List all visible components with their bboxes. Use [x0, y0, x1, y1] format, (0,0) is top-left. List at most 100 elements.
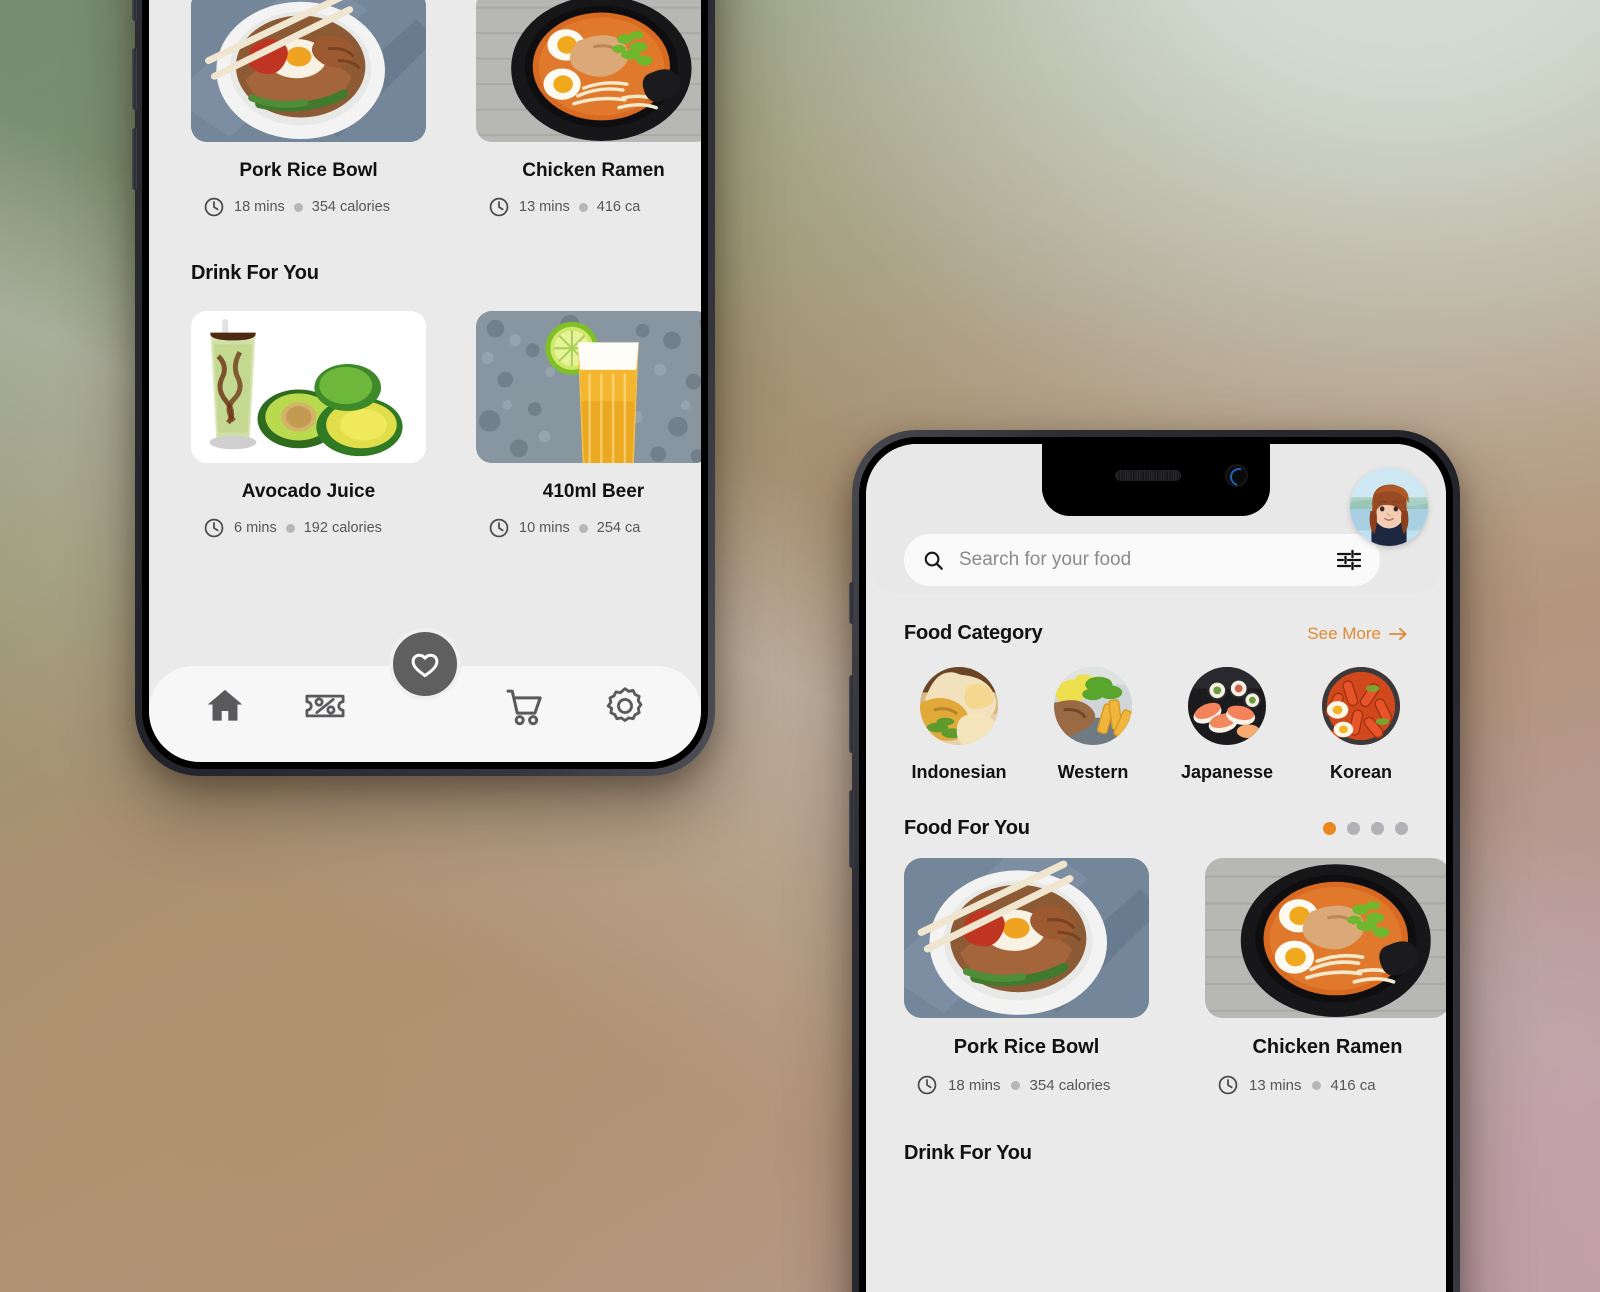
- food-card-meta: 18 mins 354 calories: [191, 196, 426, 218]
- carousel-pagination-dots[interactable]: [1323, 822, 1408, 835]
- food-card-meta: 13 mins 416 ca: [1205, 1074, 1446, 1096]
- nav-item-home[interactable]: [196, 677, 254, 735]
- food-card-chicken-ramen[interactable]: Chicken Ramen 13 mins 416 ca: [1205, 858, 1446, 1096]
- app-body: Food Category See More Indonesian Wester…: [866, 594, 1446, 1292]
- phone-left: Pork Rice Bowl 18 mins 354 calories Chic…: [132, 0, 715, 776]
- food-card-pork-rice-bowl[interactable]: Pork Rice Bowl 18 mins 354 calories: [191, 0, 426, 218]
- western-food-thumb: [1054, 667, 1132, 745]
- food-calories: 354 calories: [311, 199, 390, 215]
- clock-icon: [488, 196, 510, 218]
- indonesian-food-thumb: [920, 667, 998, 745]
- earpiece-speaker: [1115, 470, 1182, 481]
- drink-for-you-title: Drink For You: [904, 1142, 1032, 1164]
- favorites-fab-button[interactable]: [389, 628, 461, 700]
- clock-icon: [488, 517, 510, 539]
- beer-thumb[interactable]: [476, 311, 701, 463]
- category-label: Korean: [1329, 762, 1392, 782]
- category-item-indonesian[interactable]: Indonesian: [904, 667, 1014, 783]
- filter-sliders-icon[interactable]: [1336, 548, 1362, 572]
- nav-item-vouchers[interactable]: [296, 677, 354, 735]
- korean-food-thumb: [1322, 667, 1400, 745]
- food-for-you-title: Food For You: [904, 817, 1030, 839]
- food-card-title: Pork Rice Bowl: [239, 160, 378, 181]
- drink-calories: 254 ca: [596, 520, 641, 536]
- home-icon: [207, 689, 243, 721]
- search-input[interactable]: Search for your food: [959, 549, 1322, 571]
- food-category-title: Food Category: [904, 622, 1043, 644]
- phone-left-volume-down-button[interactable]: [132, 128, 137, 190]
- phone-right-volume-up-button[interactable]: [849, 675, 854, 753]
- pagination-dot-2[interactable]: [1347, 822, 1360, 835]
- food-calories: 354 calories: [1029, 1076, 1111, 1094]
- front-camera-icon: [1225, 464, 1248, 487]
- search-icon: [924, 551, 943, 570]
- food-for-you-row[interactable]: Pork Rice Bowl 18 mins 354 calories Chic…: [904, 858, 1446, 1096]
- pork-rice-bowl-thumb[interactable]: [904, 858, 1149, 1018]
- drink-card-title: 410ml Beer: [542, 481, 645, 502]
- category-label: Western: [1057, 762, 1129, 782]
- phone-left-volume-up-button[interactable]: [132, 48, 137, 110]
- category-item-japanesse[interactable]: Japanesse: [1172, 667, 1282, 783]
- category-item-korean[interactable]: Korean: [1306, 667, 1416, 783]
- drink-card-meta: 6 mins 192 calories: [191, 517, 426, 539]
- meta-dot-separator: [1311, 1080, 1321, 1090]
- left-food-for-you-list: Pork Rice Bowl 18 mins 354 calories Chic…: [149, 0, 701, 539]
- device-notch: [1042, 444, 1270, 516]
- avocado-juice-thumb[interactable]: [191, 311, 426, 463]
- food-category-list[interactable]: Indonesian Western Japanesse Korean: [904, 667, 1408, 783]
- phone-left-screen: Pork Rice Bowl 18 mins 354 calories Chic…: [149, 0, 701, 762]
- food-time: 13 mins: [519, 199, 570, 215]
- category-label: Japanesse: [1180, 762, 1274, 782]
- drink-card-title: Avocado Juice: [241, 481, 376, 502]
- search-bar[interactable]: Search for your food: [904, 534, 1380, 586]
- drink-card-avocado-juice[interactable]: Avocado Juice 6 mins 192 calories: [191, 311, 426, 539]
- meta-dot-separator: [293, 202, 303, 212]
- pagination-dot-4[interactable]: [1395, 822, 1408, 835]
- drink-for-you-title: Drink For You: [191, 262, 319, 284]
- drink-calories: 192 calories: [303, 520, 382, 536]
- category-label: Indonesian: [911, 762, 1007, 782]
- drink-card-beer[interactable]: 410ml Beer 10 mins 254 ca: [476, 311, 701, 539]
- category-item-western[interactable]: Western: [1038, 667, 1148, 783]
- food-card-title: Chicken Ramen: [522, 160, 665, 181]
- food-for-you-header: Food For You: [904, 817, 1408, 840]
- food-calories: 416 ca: [1330, 1076, 1376, 1094]
- clock-icon: [203, 196, 225, 218]
- user-avatar[interactable]: [1350, 468, 1428, 546]
- food-time: 13 mins: [1249, 1076, 1302, 1094]
- food-card-meta: 13 mins 416 ca: [476, 196, 701, 218]
- phone-right-screen: Hi, Helena Lets get your food Search for…: [866, 444, 1446, 1292]
- drink-time: 10 mins: [519, 520, 570, 536]
- food-card-pork-rice-bowl[interactable]: Pork Rice Bowl 18 mins 354 calories: [904, 858, 1149, 1096]
- food-time: 18 mins: [948, 1076, 1001, 1094]
- food-card-meta: 18 mins 354 calories: [904, 1074, 1149, 1096]
- phone-right-volume-down-button[interactable]: [849, 790, 854, 868]
- meta-dot-separator: [1010, 1080, 1020, 1090]
- food-category-header: Food Category See More: [904, 622, 1408, 645]
- phone-left-mute-button[interactable]: [132, 0, 137, 21]
- see-more-button[interactable]: See More: [1307, 624, 1408, 644]
- food-for-you-row[interactable]: Pork Rice Bowl 18 mins 354 calories Chic…: [191, 0, 701, 218]
- food-card-title: Chicken Ramen: [1252, 1036, 1403, 1058]
- phone-right: Hi, Helena Lets get your food Search for…: [849, 430, 1460, 1292]
- phone-right-mute-button[interactable]: [849, 582, 854, 624]
- discount-voucher-icon: [305, 694, 345, 718]
- shopping-cart-icon: [506, 689, 542, 726]
- meta-dot-separator: [285, 523, 295, 533]
- nav-item-cart[interactable]: [496, 677, 554, 735]
- food-calories: 416 ca: [596, 199, 641, 215]
- see-more-label: See More: [1307, 623, 1381, 643]
- food-card-chicken-ramen[interactable]: Chicken Ramen 13 mins 416 ca: [476, 0, 701, 218]
- clock-icon: [203, 517, 225, 539]
- chicken-ramen-thumb[interactable]: [1205, 858, 1446, 1018]
- chicken-ramen-thumb[interactable]: [476, 0, 701, 142]
- japanese-food-thumb: [1188, 667, 1266, 745]
- food-time: 18 mins: [234, 199, 285, 215]
- nav-item-settings[interactable]: [596, 677, 654, 735]
- pagination-dot-1[interactable]: [1323, 822, 1336, 835]
- drink-for-you-row[interactable]: Avocado Juice 6 mins 192 calories 410ml …: [191, 311, 701, 539]
- food-card-title: Pork Rice Bowl: [953, 1036, 1100, 1058]
- drink-card-meta: 10 mins 254 ca: [476, 517, 701, 539]
- pagination-dot-3[interactable]: [1371, 822, 1384, 835]
- pork-rice-bowl-thumb[interactable]: [191, 0, 426, 142]
